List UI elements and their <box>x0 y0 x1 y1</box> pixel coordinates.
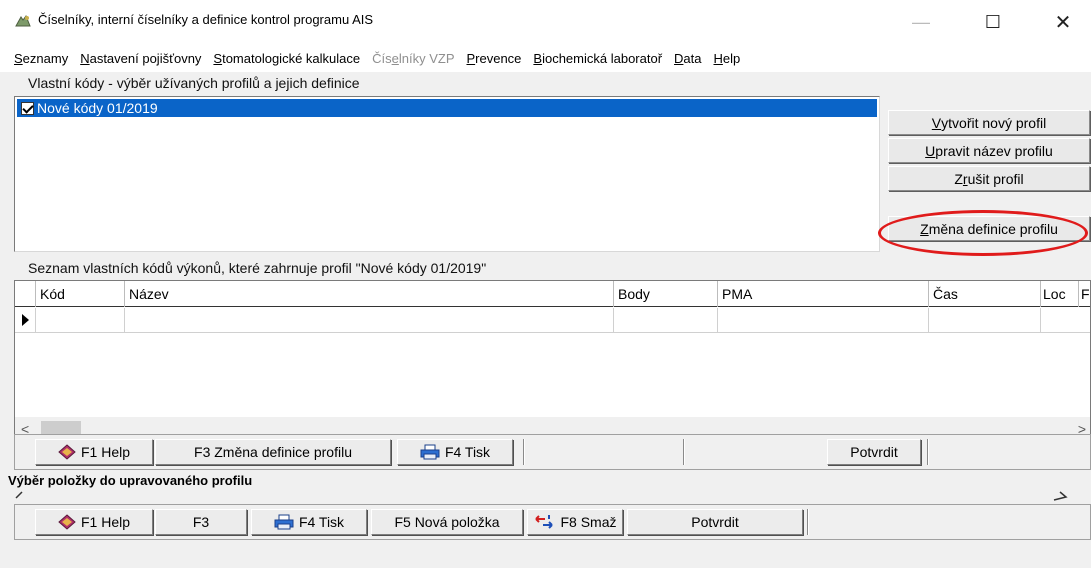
row-header-corner <box>15 281 35 307</box>
printer-icon <box>420 444 440 460</box>
create-profile-button[interactable]: Vytvořit nový profil <box>888 110 1090 135</box>
column-header-nazev[interactable]: Název <box>124 281 613 307</box>
profile-item[interactable]: Nové kódy 01/2019 <box>17 99 877 117</box>
help-book-icon <box>58 514 76 530</box>
status-bar <box>0 548 1091 568</box>
confirm-button[interactable]: Potvrdit <box>827 439 921 465</box>
menu-nastaveni-pojistovny[interactable]: Nastavení pojišťovny <box>80 51 201 66</box>
cell-cas[interactable] <box>928 308 1040 332</box>
delete-arrows-icon <box>535 515 554 529</box>
grid-toolbar: F1 Help F3 Změna definice profilu F4 Tis… <box>14 434 1091 470</box>
cell-kod[interactable] <box>35 308 124 332</box>
close-button[interactable]: ✕ <box>1040 8 1086 36</box>
delete-button[interactable]: F8 Smaž <box>527 509 623 535</box>
maximize-button[interactable]: ☐ <box>970 8 1016 36</box>
profiles-section-label: Vlastní kódy - výběr užívaných profilů a… <box>28 75 360 91</box>
app-icon <box>15 14 31 27</box>
cell-pma[interactable] <box>717 308 928 332</box>
menu-help[interactable]: Help <box>714 51 741 66</box>
toolbar-separator <box>523 439 525 465</box>
menu-bar: Seznamy Nastavení pojišťovny Stomatologi… <box>0 44 1091 72</box>
current-row-indicator-icon <box>15 308 35 332</box>
lower-section-label: Výběr položky do upravovaného profilu <box>8 473 253 488</box>
help-button[interactable]: F1 Help <box>35 439 153 465</box>
help-book-icon <box>58 444 76 460</box>
cancel-profile-button[interactable]: Zr ušit profil <box>888 166 1090 191</box>
lower-confirm-button[interactable]: Potvrdit <box>627 509 803 535</box>
table-row[interactable] <box>15 308 1090 333</box>
change-profile-definition-button[interactable]: Změna definice profilu <box>888 216 1090 241</box>
cell-nazev[interactable] <box>124 308 613 332</box>
toolbar-separator <box>683 439 685 465</box>
menu-prevence[interactable]: Prevence <box>466 51 521 66</box>
profile-item-label: Nové kódy 01/2019 <box>37 100 158 116</box>
grid-header: Kód Název Body PMA Čas Loc F <box>15 281 1090 307</box>
change-definition-button[interactable]: F3 Změna definice profilu <box>155 439 391 465</box>
lower-toolbar: F1 Help F3 F4 Tisk F5 Nová položka F8 Sm… <box>14 504 1091 540</box>
cell-body[interactable] <box>613 308 717 332</box>
lower-print-button[interactable]: F4 Tisk <box>251 509 367 535</box>
menu-seznamy[interactable]: Seznamy <box>14 51 68 66</box>
profile-list[interactable]: Nové kódy 01/2019 <box>14 96 880 252</box>
toolbar-separator <box>927 439 929 465</box>
title-bar: Číselníky, interní číselníky a definice … <box>0 0 1091 44</box>
toolbar-separator <box>807 509 809 535</box>
menu-ciselniky-vzp: Číselníky VZP <box>372 50 455 66</box>
cell-loc[interactable] <box>1040 308 1091 332</box>
profile-checkbox[interactable] <box>21 101 34 115</box>
rename-profile-button[interactable]: Upravit název profilu <box>888 138 1090 163</box>
codes-grid[interactable]: Kód Název Body PMA Čas Loc F < > <box>14 280 1091 442</box>
menu-biochemicka-laborator[interactable]: Biochemická laboratoř <box>533 51 662 66</box>
menu-data[interactable]: Data <box>674 51 701 66</box>
column-header-cas[interactable]: Čas <box>928 281 1040 307</box>
lower-help-button[interactable]: F1 Help <box>35 509 153 535</box>
print-button[interactable]: F4 Tisk <box>397 439 513 465</box>
new-item-button[interactable]: F5 Nová položka <box>371 509 523 535</box>
column-header-kod[interactable]: Kód <box>35 281 124 307</box>
column-header-pma[interactable]: PMA <box>717 281 928 307</box>
column-header-f[interactable]: F <box>1078 281 1091 307</box>
window-title: Číselníky, interní číselníky a definice … <box>38 12 374 27</box>
lower-scrollbar[interactable] <box>8 488 1084 502</box>
column-header-body[interactable]: Body <box>613 281 717 307</box>
printer-icon <box>274 514 294 530</box>
minimize-button[interactable]: — <box>898 8 944 36</box>
codes-section-label: Seznam vlastních kódů výkonů, které zahr… <box>28 260 487 276</box>
lower-f3-button[interactable]: F3 <box>155 509 247 535</box>
column-header-loc[interactable]: Loc <box>1040 281 1078 307</box>
menu-stomatologicke-kalkulace[interactable]: Stomatologické kalkulace <box>213 51 360 66</box>
